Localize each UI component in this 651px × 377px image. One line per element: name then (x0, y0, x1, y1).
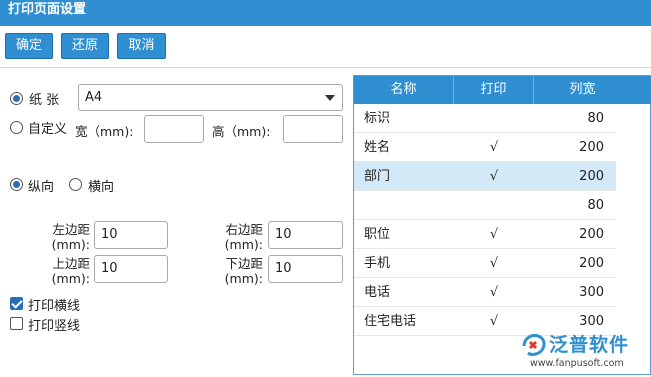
column-header-print[interactable]: 打印 (454, 76, 534, 104)
landscape-radio[interactable] (69, 178, 82, 191)
toolbar: 确定 还原 取消 (0, 26, 651, 68)
chevron-down-icon (325, 95, 335, 101)
brand-url: www.fanpusoft.com (530, 358, 624, 369)
width-label: 宽（mm): (75, 124, 134, 139)
print-vertical-lines-label: 打印竖线 (28, 319, 81, 334)
cell-width[interactable]: 200 (534, 220, 604, 249)
bottom-margin-label: 下边距 (mm): (213, 256, 263, 286)
cell-name: 职位 (364, 227, 391, 242)
table-row[interactable]: 姓名 √ 200 (354, 133, 616, 162)
cell-name: 住宅电话 (364, 314, 417, 329)
print-vertical-lines-checkbox[interactable] (10, 317, 23, 330)
top-margin-label: 上边距 (mm): (40, 256, 90, 286)
table-row[interactable]: 手机 √ 200 (354, 249, 616, 278)
height-label: 高（mm): (212, 124, 271, 139)
left-margin-unit: (mm): (51, 237, 90, 252)
portrait-radio[interactable] (10, 178, 23, 191)
print-horizontal-lines-checkbox[interactable] (10, 297, 23, 310)
paper-size-selected-value: A4 (85, 90, 103, 105)
bottom-margin-label-text: 下边距 (225, 256, 263, 271)
cell-width[interactable]: 200 (534, 162, 604, 191)
top-margin-label-text: 上边距 (52, 256, 90, 271)
table-row[interactable]: 电话 √ 300 (354, 278, 616, 307)
custom-size-radio[interactable] (10, 121, 23, 134)
brand-logo-icon (522, 334, 546, 356)
cell-name: 部门 (364, 169, 391, 184)
confirm-button[interactable]: 确定 (5, 33, 53, 59)
table-row[interactable]: 80 (354, 191, 616, 220)
left-margin-label: 左边距 (mm): (40, 222, 90, 252)
custom-size-label: 自定义 (28, 122, 68, 137)
cell-width[interactable]: 80 (534, 191, 604, 220)
brand-watermark: 泛普软件 www.fanpusoft.com (520, 330, 651, 377)
left-margin-label-text: 左边距 (52, 222, 90, 237)
width-input[interactable] (144, 115, 204, 143)
table-row[interactable]: 标识 80 (354, 104, 616, 133)
landscape-label: 横向 (88, 180, 115, 195)
column-header-width[interactable]: 列宽 (534, 76, 631, 104)
cell-print[interactable]: √ (454, 220, 534, 249)
cell-print[interactable]: √ (454, 133, 534, 162)
cancel-button[interactable]: 取消 (117, 33, 166, 59)
cell-name: 电话 (364, 285, 391, 300)
window-title: 打印页面设置 (8, 2, 87, 17)
cell-width[interactable]: 200 (534, 249, 604, 278)
column-header-name[interactable]: 名称 (354, 76, 454, 104)
paper-size-radio[interactable] (10, 92, 23, 105)
portrait-label: 纵向 (28, 180, 55, 195)
table-row[interactable]: 部门 √ 200 (354, 162, 616, 191)
window-title-bar: 打印页面设置 (0, 0, 651, 26)
cell-print[interactable] (454, 104, 534, 133)
table-header: 名称 打印 列宽 (354, 76, 651, 104)
top-margin-input[interactable]: 10 (94, 255, 168, 283)
cell-print[interactable]: √ (454, 249, 534, 278)
cell-print[interactable]: √ (454, 278, 534, 307)
height-input[interactable] (283, 115, 343, 143)
right-margin-input[interactable]: 10 (268, 221, 343, 249)
cell-name: 姓名 (364, 140, 391, 155)
table-row[interactable]: 职位 √ 200 (354, 220, 616, 249)
cell-print[interactable]: √ (454, 162, 534, 191)
right-margin-label: 右边距 (mm): (213, 222, 263, 252)
right-margin-unit: (mm): (224, 237, 263, 252)
cell-width[interactable]: 200 (534, 133, 604, 162)
left-margin-input[interactable]: 10 (94, 221, 168, 249)
brand-name: 泛普软件 (549, 334, 630, 356)
bottom-margin-input[interactable]: 10 (268, 255, 343, 283)
cell-width[interactable]: 80 (534, 104, 604, 133)
cell-width[interactable]: 300 (534, 278, 604, 307)
restore-button[interactable]: 还原 (61, 33, 109, 59)
bottom-margin-unit: (mm): (224, 271, 263, 286)
cell-name: 手机 (364, 256, 391, 271)
top-margin-unit: (mm): (51, 271, 90, 286)
paper-size-label: 纸 张 (29, 93, 60, 108)
paper-size-select[interactable]: A4 (78, 84, 343, 111)
cell-print[interactable] (454, 191, 534, 220)
right-margin-label-text: 右边距 (225, 222, 263, 237)
cell-name: 标识 (364, 111, 391, 126)
print-horizontal-lines-label: 打印横线 (28, 299, 81, 314)
